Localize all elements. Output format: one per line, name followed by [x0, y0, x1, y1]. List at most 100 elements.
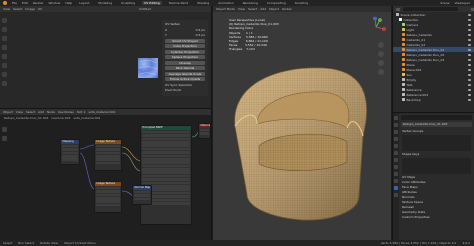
- uv-menu-view[interactable]: View: [3, 7, 10, 11]
- armchair-mesh[interactable]: [213, 6, 391, 240]
- material-tab-icon[interactable]: [394, 193, 398, 197]
- vertex-groups-list[interactable]: [402, 135, 471, 151]
- grab-tool-icon[interactable]: [1, 81, 7, 86]
- section-vertex-groups[interactable]: Vertex Groups: [399, 129, 474, 134]
- tab-uv-editing[interactable]: UV Editing: [142, 1, 162, 5]
- visibility-eye-icon[interactable]: [468, 33, 471, 36]
- 3d-viewport[interactable]: Object Mode View Select Add Object Globa…: [213, 6, 391, 240]
- tab-shading[interactable]: Shading: [195, 1, 211, 5]
- select-tool-icon[interactable]: [1, 18, 7, 23]
- tool-tab-icon[interactable]: [394, 116, 398, 120]
- visibility-eye-icon[interactable]: [468, 88, 471, 91]
- outliner-search-input[interactable]: [403, 7, 458, 11]
- particles-tab-icon[interactable]: [394, 172, 398, 176]
- uv-vertex-x-row[interactable]: X 0.5 px: [165, 28, 205, 32]
- unwrap-button[interactable]: Unwrap: [165, 60, 205, 65]
- visibility-eye-icon[interactable]: [468, 58, 471, 61]
- uv-x-value[interactable]: 0.5 px: [196, 28, 205, 32]
- principled-bsdf-node[interactable]: Principled BSDF: [140, 125, 192, 225]
- scene-tab-icon[interactable]: [394, 144, 398, 148]
- move-tool-icon[interactable]: [1, 36, 7, 41]
- visibility-eye-icon[interactable]: [468, 43, 471, 46]
- follow-active-quads-button[interactable]: Follow Active Quads: [165, 77, 205, 81]
- tab-scripting[interactable]: Scripting: [293, 1, 310, 5]
- visibility-eye-icon[interactable]: [468, 93, 471, 96]
- uv-menu-uv[interactable]: UV: [38, 7, 42, 11]
- cursor-tool-icon[interactable]: [1, 27, 7, 32]
- view-layer-selector[interactable]: ViewLayer: [455, 1, 470, 5]
- uv-menu-select[interactable]: Select: [13, 7, 22, 11]
- section-custom-properties[interactable]: Custom Properties: [399, 215, 474, 220]
- section-shape-keys[interactable]: Shape Keys: [399, 152, 474, 157]
- visibility-eye-icon[interactable]: [468, 73, 471, 76]
- material-output-node[interactable]: Material Output: [198, 123, 211, 139]
- menu-help[interactable]: Help: [65, 1, 72, 5]
- menu-edit[interactable]: Edit: [22, 1, 28, 5]
- cube-projection-button[interactable]: Cube Projection: [165, 44, 205, 48]
- visibility-eye-icon[interactable]: [468, 63, 471, 66]
- image-texture-node-1[interactable]: Image Texture: [94, 139, 122, 171]
- menu-file[interactable]: File: [12, 1, 17, 5]
- modifier-tab-icon[interactable]: [394, 165, 398, 169]
- outliner-item-label: Empty: [406, 77, 417, 82]
- menu-window[interactable]: Window: [49, 1, 61, 5]
- transform-tool-icon[interactable]: [1, 63, 7, 68]
- cylinder-projection-button[interactable]: Cylinder Projection: [165, 49, 205, 54]
- visibility-eye-icon[interactable]: [468, 18, 471, 21]
- menu-render[interactable]: Render: [33, 1, 44, 5]
- properties-search-input[interactable]: [401, 115, 472, 120]
- shape-keys-list[interactable]: [402, 158, 471, 174]
- normal-map-node[interactable]: Normal Map: [132, 185, 152, 205]
- outliner-item-label: Plane.001: [406, 67, 422, 72]
- scale-tool-icon[interactable]: [1, 54, 7, 59]
- uv-vertex-y-row[interactable]: Y 0.5 px: [165, 33, 205, 37]
- object-tab-icon[interactable]: [394, 158, 398, 162]
- mapping-node[interactable]: Mapping: [60, 139, 80, 165]
- uv-texture-preview[interactable]: [138, 58, 158, 78]
- mesh-name-field[interactable]: Retopo_Cadeirão Duo_01.003: [401, 122, 472, 127]
- uv-image-selector[interactable]: Untitled: [139, 7, 151, 11]
- image-texture-node-2[interactable]: Image Texture: [94, 181, 122, 213]
- render-tab-icon[interactable]: [394, 123, 398, 127]
- visibility-eye-icon[interactable]: [468, 23, 471, 26]
- outliner-row[interactable]: Backdrop: [393, 97, 474, 102]
- uv-sync-selection-row[interactable]: UV Sync Selection: [165, 83, 205, 87]
- tab-texture-paint[interactable]: Texture Paint: [167, 1, 190, 5]
- tab-sculpting[interactable]: Sculpting: [119, 1, 137, 5]
- visibility-eye-icon[interactable]: [468, 38, 471, 41]
- world-tab-icon[interactable]: [394, 151, 398, 155]
- tab-compositing[interactable]: Compositing: [265, 1, 288, 5]
- mesh-data-tab-icon[interactable]: [394, 186, 398, 190]
- blender-logo-icon[interactable]: [3, 1, 7, 5]
- sphere-projection-button[interactable]: Sphere Projection: [165, 55, 205, 59]
- pack-islands-button[interactable]: Pack Islands: [165, 66, 205, 70]
- uv-sync-selection-label: UV Sync Selection: [165, 82, 193, 87]
- visibility-eye-icon[interactable]: [468, 48, 471, 51]
- uv-menu-image[interactable]: Image: [25, 7, 34, 11]
- visibility-eye-icon[interactable]: [468, 83, 471, 86]
- outliner-item-label: Retopo_Cadeirão: [406, 32, 432, 37]
- visibility-eye-icon[interactable]: [468, 68, 471, 71]
- smart-uv-project-button[interactable]: Smart UV Project: [165, 38, 205, 43]
- outliner-display-mode-icon[interactable]: [396, 7, 400, 11]
- output-tab-icon[interactable]: [394, 130, 398, 134]
- tab-layout[interactable]: Layout: [77, 1, 91, 5]
- tab-modeling[interactable]: Modeling: [96, 1, 114, 5]
- scene-selector[interactable]: Scene: [440, 1, 449, 5]
- object-type-icon: [402, 83, 405, 86]
- tab-rendering[interactable]: Rendering: [241, 1, 260, 5]
- visibility-eye-icon[interactable]: [468, 28, 471, 31]
- outliner-item-label: Light: [406, 27, 415, 32]
- visibility-eye-icon[interactable]: [468, 78, 471, 81]
- average-islands-scale-button[interactable]: Average Islands Scale: [165, 71, 205, 76]
- physics-tab-icon[interactable]: [394, 179, 398, 183]
- visibility-eye-icon[interactable]: [468, 13, 471, 16]
- uv-y-value[interactable]: 0.5 px: [196, 33, 205, 37]
- pivot-point-row[interactable]: Pivot Point: [165, 88, 205, 92]
- visibility-eye-icon[interactable]: [468, 53, 471, 56]
- rotate-tool-icon[interactable]: [1, 45, 7, 50]
- view-layer-tab-icon[interactable]: [394, 137, 398, 141]
- tab-animation[interactable]: Animation: [216, 1, 235, 5]
- visibility-eye-icon[interactable]: [468, 98, 471, 101]
- annotate-tool-icon[interactable]: [1, 72, 7, 77]
